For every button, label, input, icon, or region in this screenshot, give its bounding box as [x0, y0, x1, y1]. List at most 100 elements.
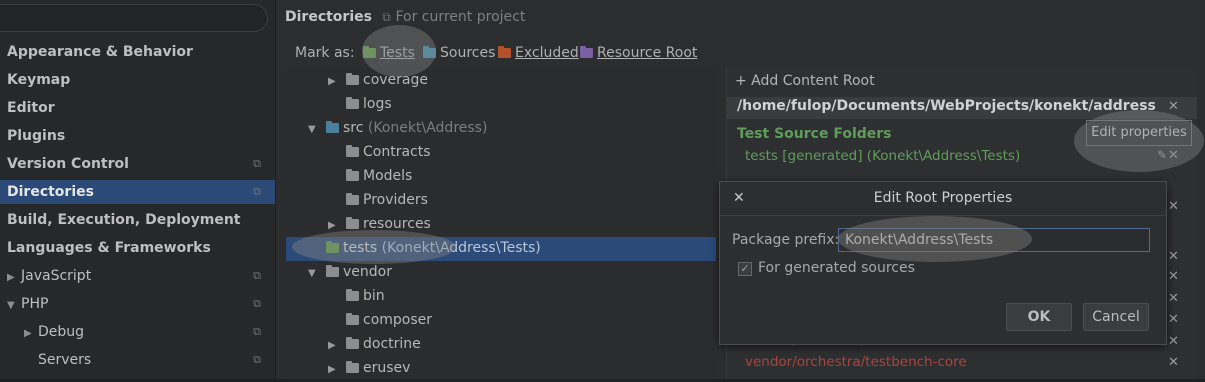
tree-item-doctrine[interactable]: ▶ doctrine	[328, 332, 421, 356]
tree-item-src[interactable]: ▼ src (Konekt\Address)	[308, 116, 487, 140]
tree-item-label: doctrine	[363, 336, 421, 352]
collapse-arrow-icon[interactable]: ▼	[7, 294, 21, 318]
sidebar-item-label: Languages & Frameworks	[7, 240, 211, 256]
tree-item-label: logs	[363, 96, 392, 112]
collapse-arrow-icon[interactable]: ▼	[308, 118, 326, 142]
tree-item-label: Contracts	[363, 144, 431, 160]
sidebar-item-editor[interactable]: Editor	[0, 96, 275, 120]
dialog-title: Edit Root Properties	[873, 190, 1013, 206]
sidebar-item-label: Appearance & Behavior	[7, 44, 193, 60]
folder-icon	[346, 217, 359, 229]
sidebar-item-label: JavaScript	[21, 268, 92, 284]
sidebar-item-label: Keymap	[7, 72, 71, 88]
tree-item-label: vendor	[343, 264, 392, 280]
mark-excluded-button[interactable]: Excluded	[498, 43, 579, 63]
folder-icon	[346, 289, 359, 301]
sidebar-item-servers[interactable]: Servers ⧉	[0, 348, 275, 372]
expand-arrow-icon[interactable]: ▶	[24, 322, 38, 346]
package-prefix-hint: (Konekt\Address)	[363, 120, 488, 136]
sidebar-item-version-control[interactable]: Version Control ⧉	[0, 152, 275, 176]
mark-as-label: Mark as:	[295, 45, 355, 61]
tree-item-bin[interactable]: bin	[328, 284, 385, 308]
sidebar-item-keymap[interactable]: Keymap	[0, 68, 275, 92]
tree-item-label: Providers	[363, 192, 428, 208]
project-scope-icon: ⧉	[253, 269, 261, 282]
tree-item-label: bin	[363, 288, 385, 304]
folder-icon	[346, 361, 359, 373]
folder-icon	[346, 97, 359, 109]
sidebar-item-languages-frameworks[interactable]: Languages & Frameworks	[0, 236, 275, 260]
sidebar-item-label: Editor	[7, 100, 55, 116]
settings-search-input[interactable]	[0, 4, 268, 32]
folder-icon	[346, 145, 359, 157]
mark-resource-root-button[interactable]: Resource Root	[580, 43, 697, 63]
project-scope-icon: ⧉	[253, 353, 261, 366]
sidebar-item-build-execution-deployment[interactable]: Build, Execution, Deployment	[0, 208, 275, 232]
sidebar-item-label: Directories	[7, 184, 94, 200]
sidebar-item-label: Servers	[38, 352, 92, 368]
excluded-folder-icon	[498, 46, 511, 58]
folder-icon	[346, 169, 359, 181]
sidebar-item-label: Build, Execution, Deployment	[7, 212, 241, 228]
copy-icon: ⧉	[382, 10, 391, 24]
remove-folder-icon[interactable]: ✕	[1168, 249, 1179, 264]
remove-folder-icon[interactable]: ✕	[1168, 199, 1179, 214]
remove-folder-icon[interactable]: ✕	[1168, 355, 1179, 370]
page-subtitle: For current project	[395, 9, 526, 25]
highlight-ellipse	[292, 230, 456, 264]
highlight-ellipse	[838, 216, 1032, 262]
tree-item-erusev[interactable]: ▶ erusev	[328, 356, 410, 380]
folder-icon	[326, 265, 339, 277]
generated-sources-label: For generated sources	[758, 260, 915, 276]
tree-item-label: erusev	[363, 360, 411, 376]
expand-arrow-icon[interactable]: ▶	[328, 70, 346, 94]
folder-icon	[326, 121, 339, 133]
edit-root-properties-dialog: ✕ Edit Root Properties Package prefix: ✓…	[719, 181, 1167, 345]
folder-icon	[346, 313, 359, 325]
excluded-item: vendor/orchestra/testbench-core	[745, 354, 967, 370]
generated-sources-checkbox[interactable]: ✓	[738, 262, 752, 276]
highlight-ellipse	[1074, 110, 1204, 172]
folder-icon	[346, 337, 359, 349]
sidebar-item-label: PHP	[21, 296, 49, 312]
expand-arrow-icon[interactable]: ▶	[328, 334, 346, 358]
sidebar-item-javascript[interactable]: ▶ JavaScript ⧉	[0, 264, 275, 288]
sidebar-item-debug[interactable]: ▶ Debug ⧉	[0, 320, 275, 344]
tree-item-providers[interactable]: Providers	[328, 188, 428, 212]
remove-root-icon[interactable]: ✕	[1168, 99, 1179, 114]
project-scope-icon: ⧉	[253, 157, 261, 170]
project-scope-icon: ⧉	[253, 297, 261, 310]
content-root-path: /home/fulop/Documents/WebProjects/konekt…	[737, 98, 1156, 114]
sidebar-item-appearance-behavior[interactable]: Appearance & Behavior	[0, 40, 275, 64]
resource-folder-icon	[580, 46, 593, 58]
ok-button[interactable]: OK	[1006, 303, 1072, 331]
sidebar-item-label: Debug	[38, 324, 85, 340]
package-prefix-label: Package prefix:	[732, 232, 840, 248]
expand-arrow-icon[interactable]: ▶	[7, 266, 21, 290]
tree-item-contracts[interactable]: Contracts	[328, 140, 431, 164]
remove-folder-icon[interactable]: ✕	[1168, 334, 1179, 349]
remove-folder-icon[interactable]: ✕	[1168, 312, 1179, 327]
tree-item-composer[interactable]: composer	[328, 308, 432, 332]
tree-item-label: src	[343, 120, 364, 136]
sidebar-item-plugins[interactable]: Plugins	[0, 124, 275, 148]
highlight-ellipse	[362, 25, 436, 77]
project-scope-icon: ⧉	[253, 185, 261, 198]
add-content-root-button[interactable]: + Add Content Root	[735, 73, 875, 89]
test-source-folders-title: Test Source Folders	[737, 126, 892, 142]
tree-item-logs[interactable]: logs	[328, 92, 392, 116]
sidebar-item-directories[interactable]: Directories ⧉	[0, 180, 275, 204]
collapse-arrow-icon[interactable]: ▼	[308, 262, 326, 286]
remove-folder-icon[interactable]: ✕	[1168, 269, 1179, 284]
remove-folder-icon[interactable]: ✕	[1168, 291, 1179, 306]
test-folder-item: tests [generated] (Konekt\Address\Tests)	[745, 148, 1021, 164]
sidebar-item-label: Version Control	[7, 156, 129, 172]
expand-arrow-icon[interactable]: ▶	[328, 358, 346, 382]
folder-icon	[346, 73, 359, 85]
tree-item-label: Models	[363, 168, 413, 184]
tree-item-models[interactable]: Models	[328, 164, 412, 188]
cancel-button[interactable]: Cancel	[1083, 303, 1149, 331]
settings-sidebar: Appearance & Behavior Keymap Editor Plugins…	[0, 0, 275, 379]
sidebar-item-php[interactable]: ▼ PHP ⧉	[0, 292, 275, 316]
sidebar-item-label: Plugins	[7, 128, 66, 144]
